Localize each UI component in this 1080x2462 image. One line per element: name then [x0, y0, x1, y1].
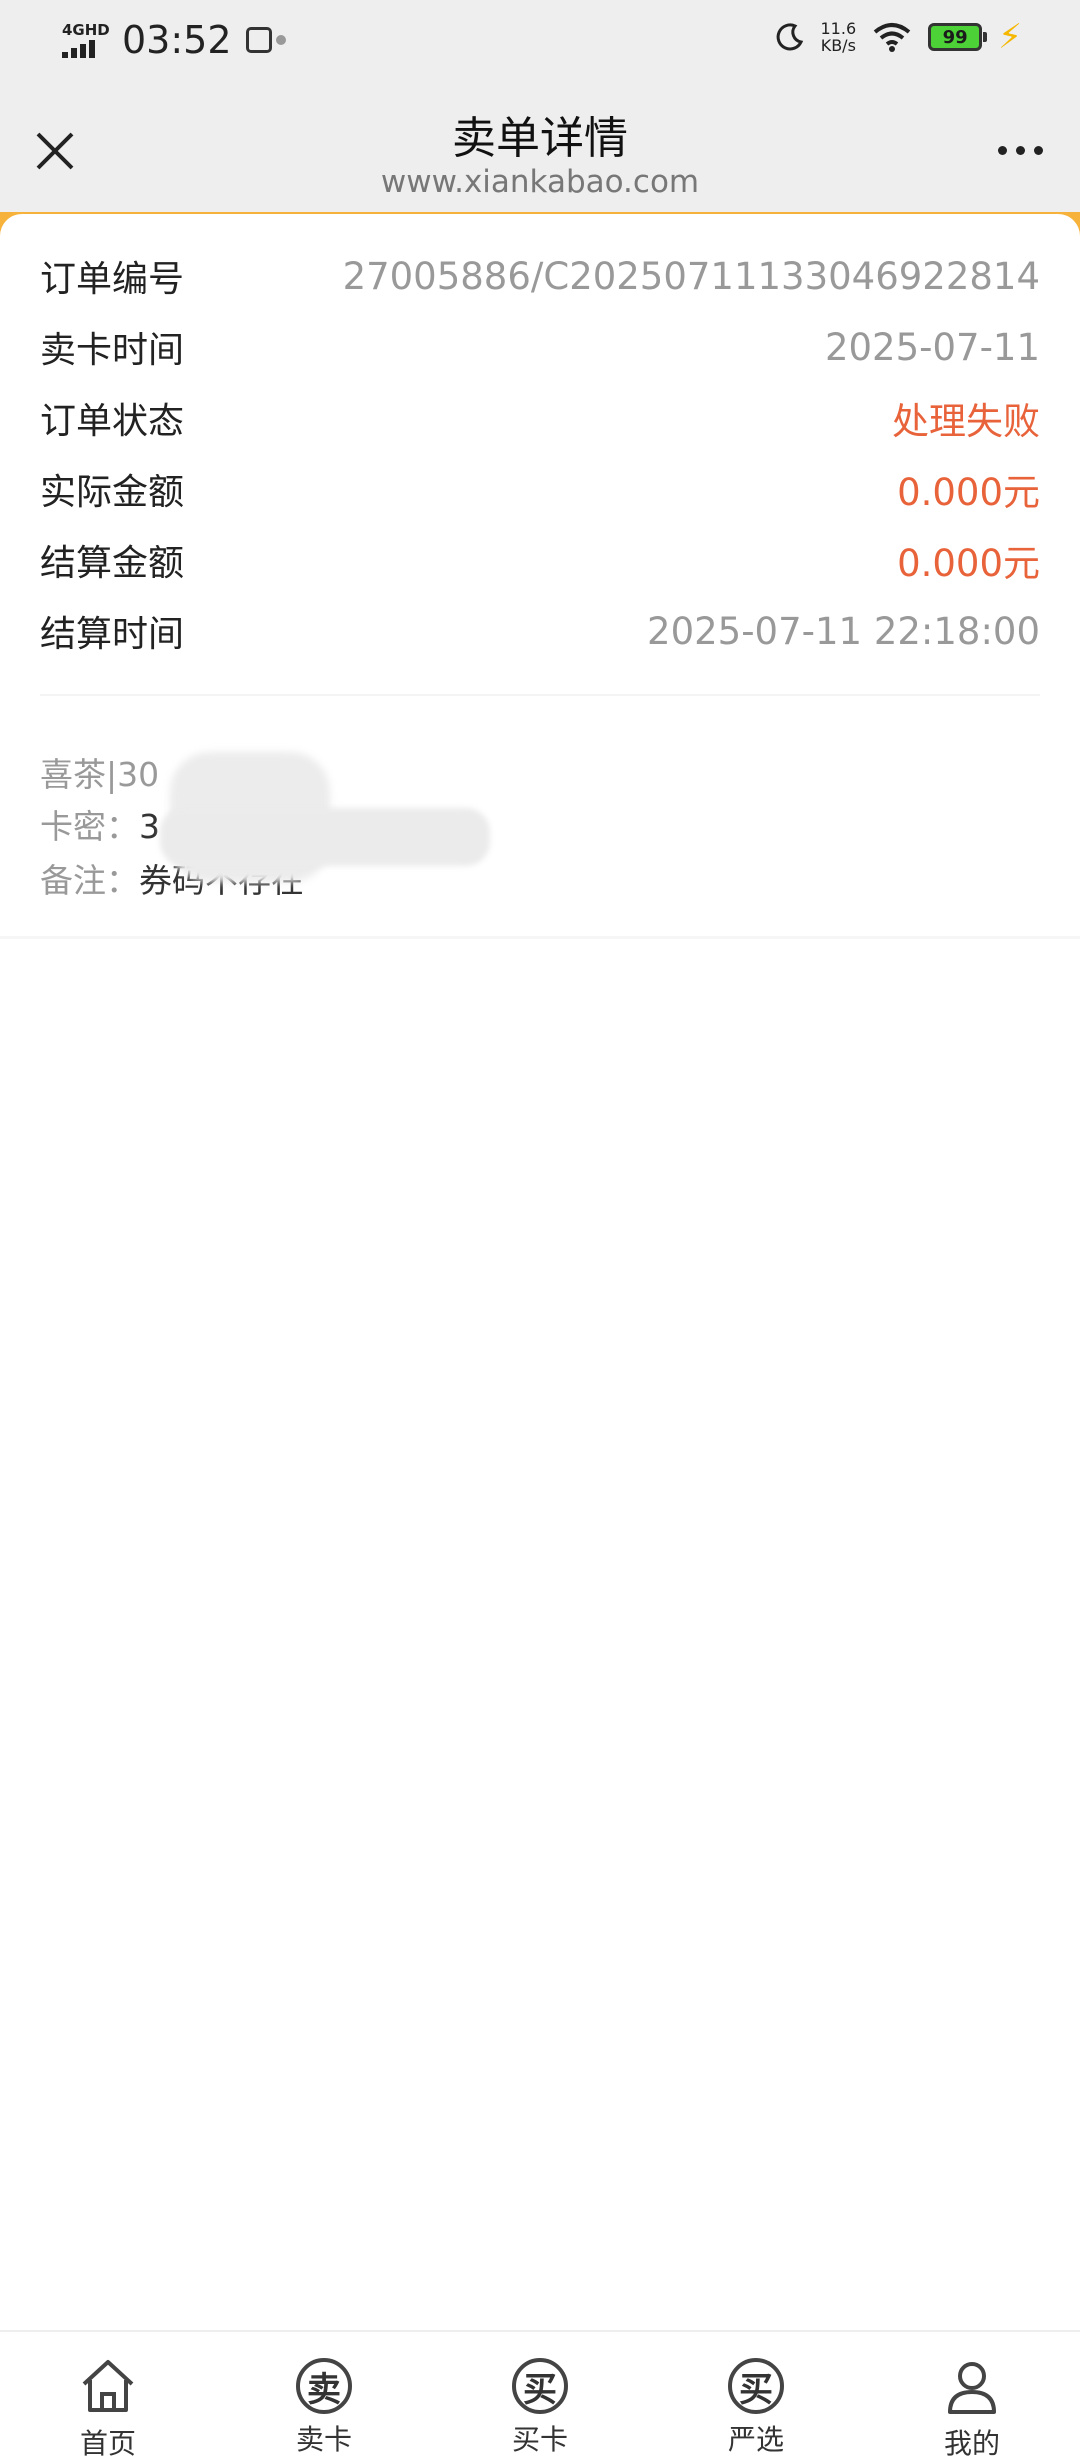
- sell-icon: 卖: [296, 2358, 352, 2414]
- bottom-nav: 首页 卖 卖卡 买 买卡 买 严选 我的: [0, 2330, 1080, 2462]
- detail-row-actual-amount: 实际金额 0.000元: [40, 471, 1040, 514]
- notification-dot-icon: [275, 35, 286, 45]
- nav-item-sell[interactable]: 卖 卖卡: [216, 2332, 432, 2462]
- redaction-blur: [160, 808, 490, 866]
- detail-row-sell-time: 卖卡时间 2025-07-11: [40, 325, 1040, 372]
- moon-icon: [776, 23, 803, 51]
- more-dot-icon: [997, 145, 1007, 155]
- select-icon: 买: [728, 2358, 784, 2414]
- status-badge: 处理失败: [892, 400, 1040, 443]
- detail-row-order-status: 订单状态 处理失败: [40, 388, 1040, 448]
- status-time: 03:52: [122, 18, 232, 62]
- battery-icon: 99: [928, 23, 988, 51]
- network-type: 4GHD: [62, 21, 110, 39]
- user-icon: [948, 2362, 996, 2414]
- divider: [40, 694, 1040, 696]
- divider: [0, 936, 1080, 939]
- signal-icon: 4GHD: [62, 22, 112, 58]
- buy-icon: 买: [512, 2358, 568, 2414]
- detail-row-order-number: 订单编号 27005886/C20250711133046922814: [40, 254, 1040, 301]
- wifi-icon: [873, 23, 911, 52]
- nav-item-buy[interactable]: 买 买卡: [432, 2332, 648, 2462]
- notification-app-icon: [245, 27, 272, 53]
- home-icon: [82, 2360, 134, 2412]
- page-title: 卖单详情: [452, 113, 628, 164]
- network-speed: 11.6 KB/s: [820, 19, 857, 55]
- status-bar: 4GHD 03:52 11.6 KB/s 99 ⚡: [0, 0, 1080, 80]
- more-button[interactable]: [980, 130, 1060, 170]
- more-dot-icon: [1033, 145, 1043, 155]
- status-right: 11.6 KB/s 99 ⚡: [775, 17, 1022, 57]
- order-detail-card: 订单编号 27005886/C20250711133046922814 卖卡时间…: [0, 214, 1080, 694]
- card-pin: 卡密：3: [40, 807, 160, 846]
- detail-row-settle-amount: 结算金额 0.000元: [40, 542, 1040, 585]
- page-header: 卖单详情 www.xiankabao.com: [0, 80, 1080, 216]
- nav-item-mine[interactable]: 我的: [864, 2332, 1080, 2462]
- charging-icon: ⚡: [998, 17, 1022, 57]
- nav-item-select[interactable]: 买 严选: [648, 2332, 864, 2462]
- card-name: 喜茶|30: [40, 755, 160, 794]
- more-dot-icon: [1015, 145, 1025, 155]
- nav-item-home[interactable]: 首页: [0, 2332, 216, 2462]
- page-url: www.xiankabao.com: [380, 164, 700, 200]
- detail-row-settle-time: 结算时间 2025-07-11 22:18:00: [40, 609, 1040, 656]
- status-left: 4GHD 03:52: [62, 18, 286, 62]
